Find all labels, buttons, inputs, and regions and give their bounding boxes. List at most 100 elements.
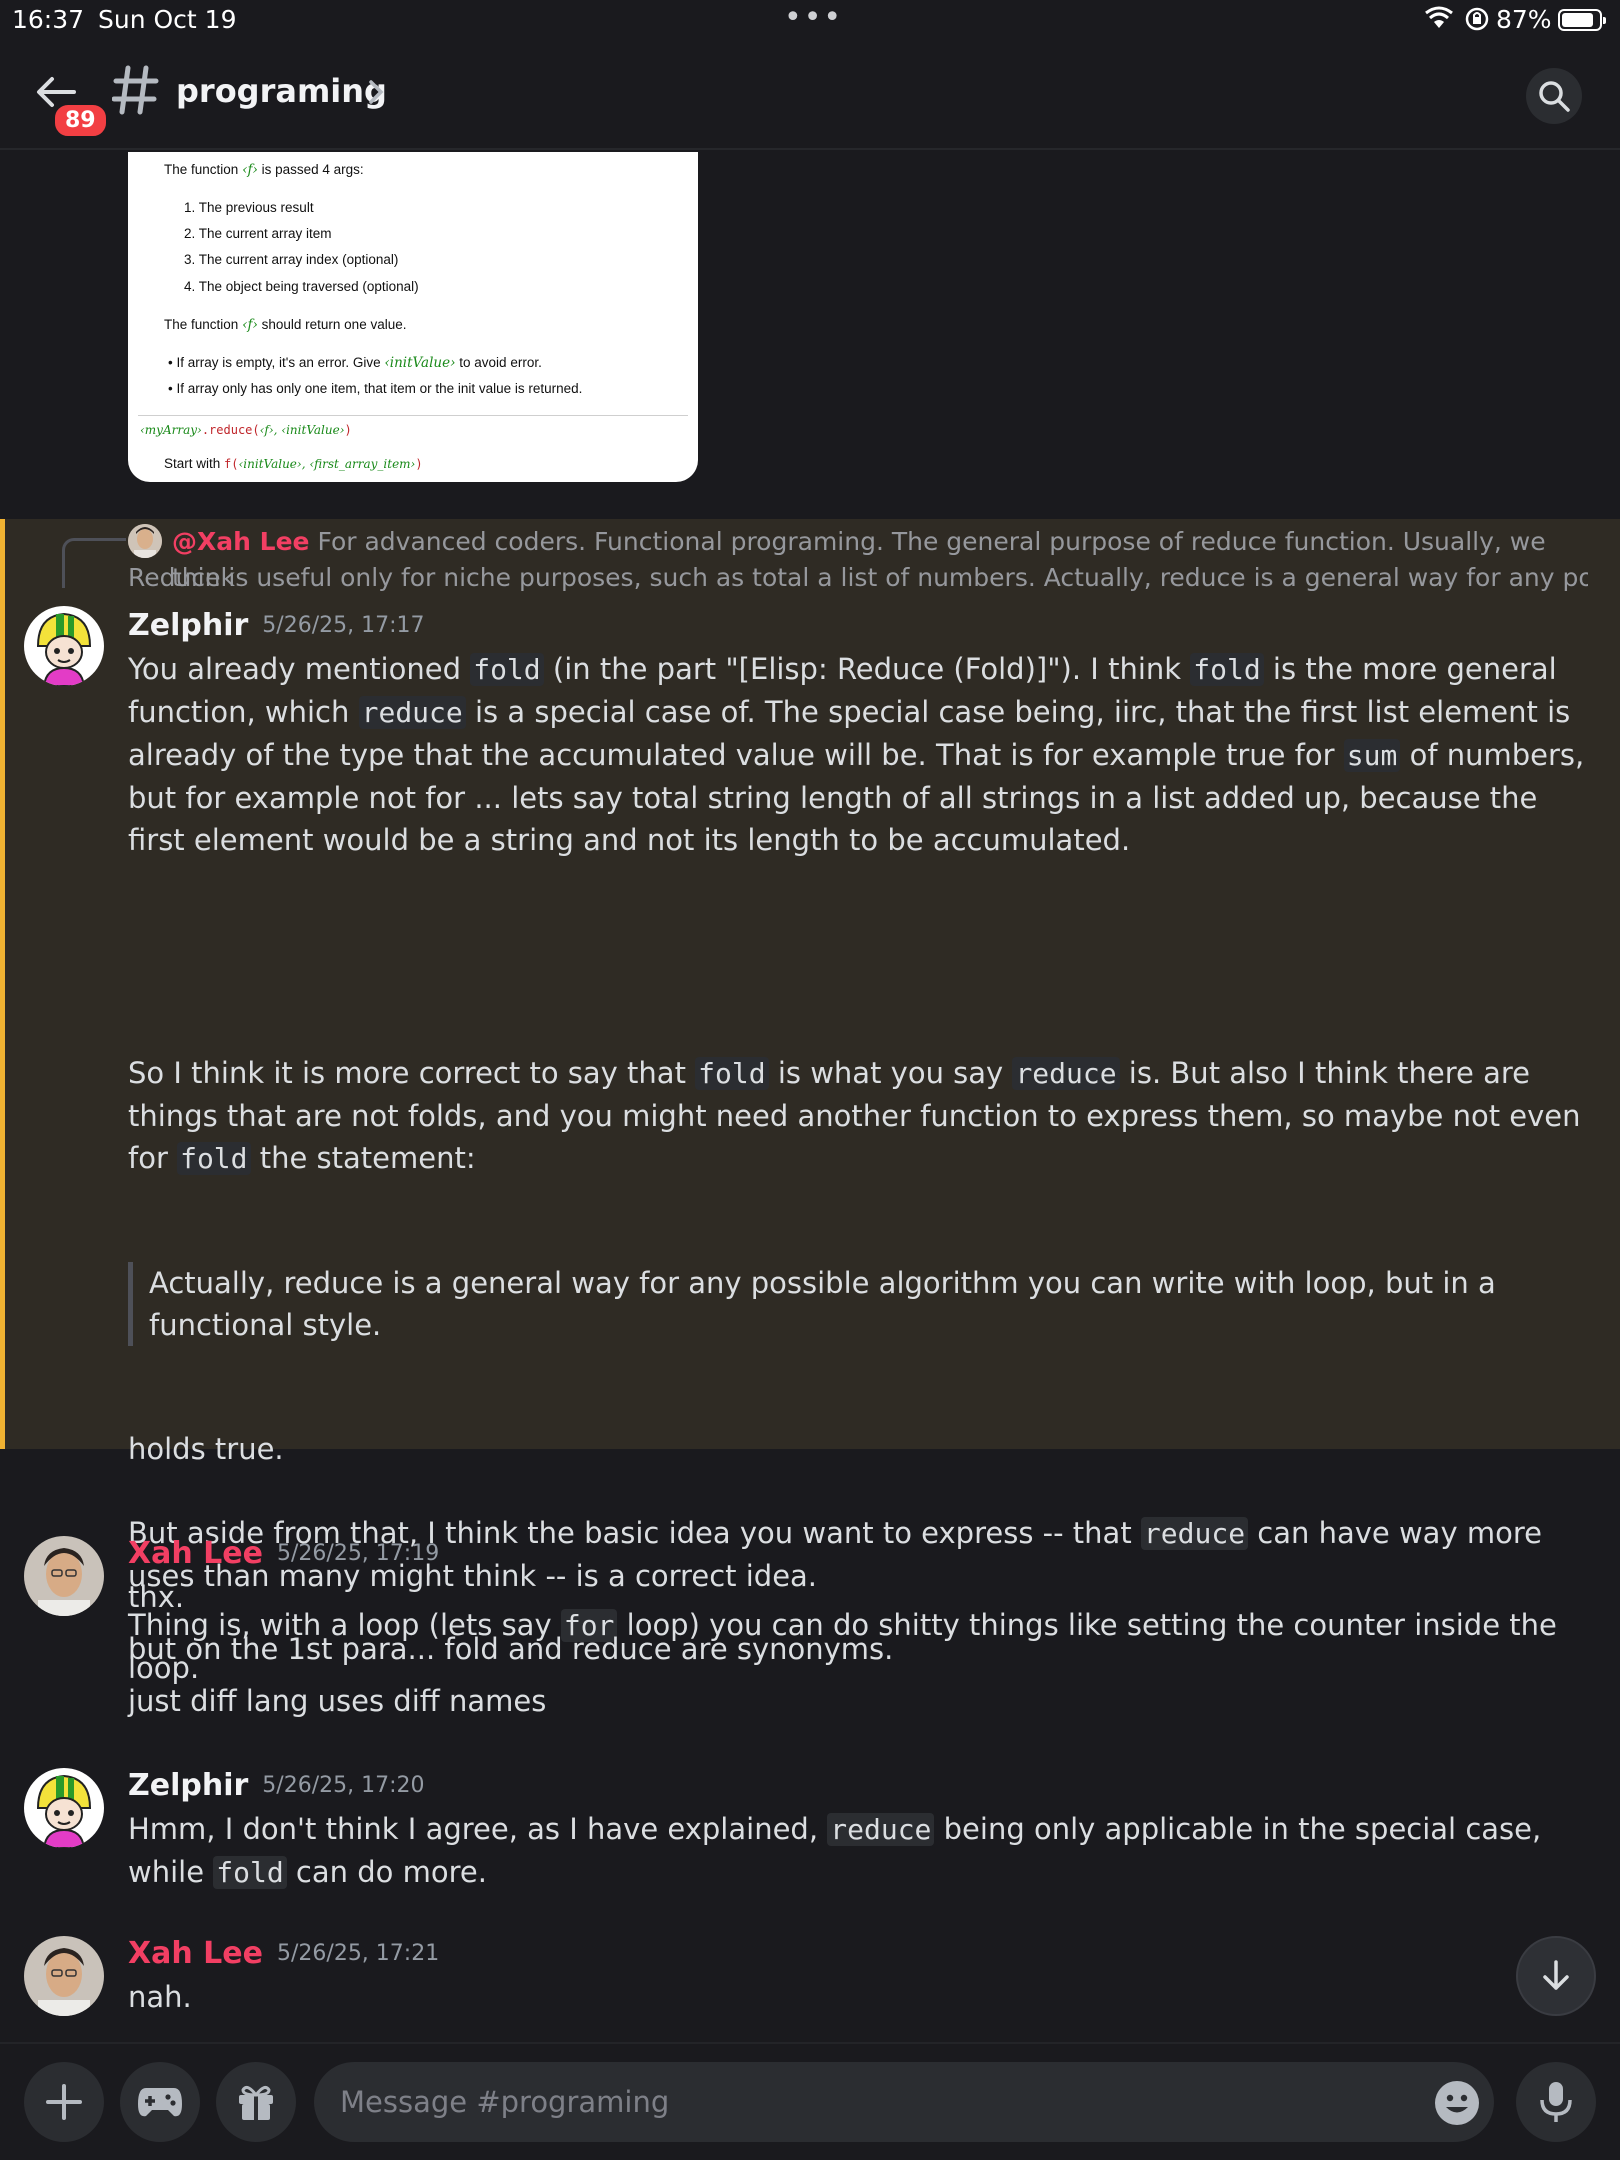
reply-text-2[interactable]: Reduce is useful only for niche purposes… (128, 560, 1588, 596)
text-run: can do more. (286, 1855, 487, 1889)
hash-icon (112, 65, 159, 115)
message-author[interactable]: Zelphir 5/26/25, 17:20 (128, 1768, 425, 1803)
embed-text: is passed 4 args: (261, 162, 364, 177)
embed-signature: ‹myArray›.reduce(‹f›, ‹initValue›) (140, 423, 352, 437)
unread-badge: 89 (52, 102, 109, 139)
wifi-icon (1425, 6, 1453, 28)
inline-code: fold (1190, 653, 1264, 686)
embed-code: ‹initValue›, ‹first_array_item› (238, 457, 416, 471)
embed-text: to avoid error. (459, 355, 542, 370)
embed-line-return: The function ‹f› should return one value… (164, 317, 406, 333)
message-text: thx. (128, 1580, 185, 1614)
inline-code: fold (177, 1142, 251, 1175)
message-timestamp: 5/26/25, 17:20 (262, 1773, 425, 1798)
embed-code: ) (344, 423, 352, 437)
inline-code: reduce (1012, 1057, 1120, 1090)
avatar[interactable] (24, 1536, 104, 1616)
embed-divider (138, 415, 688, 416)
message-text: holds true. (128, 1432, 284, 1466)
inline-code: fold (695, 1057, 769, 1090)
author-name[interactable]: Zelphir (128, 608, 248, 643)
embed-list-item: 3. The current array index (optional) (184, 252, 399, 267)
message-author[interactable]: Xah Lee 5/26/25, 17:19 (128, 1536, 439, 1571)
message-author[interactable]: Zelphir 5/26/25, 17:17 (128, 608, 425, 643)
channel-header: 89 programing (0, 40, 1620, 150)
reply-connector (62, 538, 126, 588)
voice-message-button[interactable] (1516, 2062, 1596, 2142)
status-bar: 16:37 Sun Oct 19 ••• 87% (0, 0, 1620, 40)
status-date: Sun Oct 19 (98, 5, 237, 34)
battery-fill (1562, 13, 1593, 27)
emoji-icon[interactable] (1434, 2080, 1480, 2126)
avatar[interactable] (24, 1768, 104, 1848)
message-input[interactable] (314, 2062, 1494, 2142)
message-text: You already mentioned fold (in the part … (128, 648, 1598, 861)
text-run: (in the part "[Elisp: Reduce (Fold)]"). … (543, 652, 1191, 686)
embed-text: The function (164, 317, 239, 332)
inline-code: reduce (358, 696, 466, 729)
embed-bullet: • If array is empty, it's an error. Give… (168, 355, 542, 371)
text-run: So I think it is more correct to say tha… (128, 1056, 696, 1090)
microphone-icon (1540, 2082, 1572, 2122)
embed-code: ‹myArray› (140, 423, 202, 437)
avatar[interactable] (24, 606, 104, 686)
inline-code: reduce (1140, 1517, 1249, 1550)
text-run: the statement: (250, 1141, 476, 1175)
search-button[interactable] (1526, 68, 1582, 124)
embed-list-item: 4. The object being traversed (optional) (184, 279, 419, 294)
status-time: 16:37 (12, 5, 85, 34)
embed-code: f( (224, 457, 239, 471)
embed-code: ‹f› (242, 162, 258, 178)
activities-button[interactable] (120, 2062, 200, 2142)
author-name[interactable]: Zelphir (128, 1768, 248, 1803)
xah-avatar-image (24, 1536, 104, 1616)
message-text: So I think it is more correct to say tha… (128, 1052, 1598, 1180)
inline-code: fold (470, 653, 544, 686)
embed-code: ‹f›, ‹initValue› (259, 423, 345, 437)
embed-list-item: 2. The current array item (184, 226, 332, 241)
message-author[interactable]: Xah Lee 5/26/25, 17:21 (128, 1936, 439, 1971)
add-attachment-button[interactable] (24, 2062, 104, 2142)
jump-to-latest-button[interactable] (1516, 1936, 1596, 2016)
avatar[interactable] (24, 1936, 104, 2016)
embed-text: If array only has only one item, that it… (176, 381, 583, 396)
embed-text: If array is empty, it's an error. Give (176, 355, 381, 370)
embed-text: The function (164, 162, 239, 177)
battery-percent: 87% (1496, 5, 1552, 34)
reply-author[interactable]: @Xah Lee (172, 527, 310, 556)
block-quote: Actually, reduce is a general way for an… (128, 1262, 1598, 1346)
xah-avatar-image (128, 524, 162, 558)
embed-bullet: • If array only has only one item, that … (168, 381, 583, 396)
message-composer (0, 2042, 1620, 2160)
message-text: but on the 1st para... fold and reduce a… (128, 1632, 894, 1666)
multitasking-dots-icon[interactable]: ••• (784, 0, 843, 35)
avatar[interactable] (128, 524, 162, 558)
channel-name[interactable]: programing (176, 72, 387, 110)
embed-list-item: 1. The previous result (184, 200, 314, 215)
message-text: just diff lang uses diff names (128, 1684, 547, 1718)
message-text: Hmm, I don't think I agree, as I have ex… (128, 1808, 1598, 1894)
embed-start-line: Start with f(‹initValue›, ‹first_array_i… (164, 456, 423, 471)
arrow-down-icon (1543, 1960, 1569, 1990)
embed-text: Start with (164, 456, 221, 471)
embed-code: ‹f› (242, 317, 258, 333)
gift-button[interactable] (216, 2062, 296, 2142)
message-timestamp: 5/26/25, 17:19 (277, 1541, 440, 1566)
message-timestamp: 5/26/25, 17:21 (277, 1941, 440, 1966)
author-name[interactable]: Xah Lee (128, 1536, 263, 1571)
embed-code: .reduce( (201, 423, 260, 437)
text-run: is what you say (768, 1056, 1013, 1090)
battery-icon (1558, 9, 1606, 31)
text-run: Hmm, I don't think I agree, as I have ex… (128, 1812, 828, 1846)
author-name[interactable]: Xah Lee (128, 1936, 263, 1971)
inline-code: reduce (827, 1813, 935, 1846)
embed-text: should return one value. (261, 317, 407, 332)
message-list[interactable]: The function ‹f› is passed 4 args: 1. Th… (0, 152, 1620, 2042)
gift-icon (239, 2085, 273, 2120)
chevron-right-icon[interactable] (366, 78, 386, 106)
orientation-lock-icon (1465, 7, 1489, 31)
embedded-image-attachment[interactable]: The function ‹f› is passed 4 args: 1. Th… (128, 152, 698, 482)
embed-code: ‹initValue› (384, 355, 456, 371)
embed-code: ) (415, 457, 423, 471)
zelphir-avatar-image (24, 1768, 104, 1848)
